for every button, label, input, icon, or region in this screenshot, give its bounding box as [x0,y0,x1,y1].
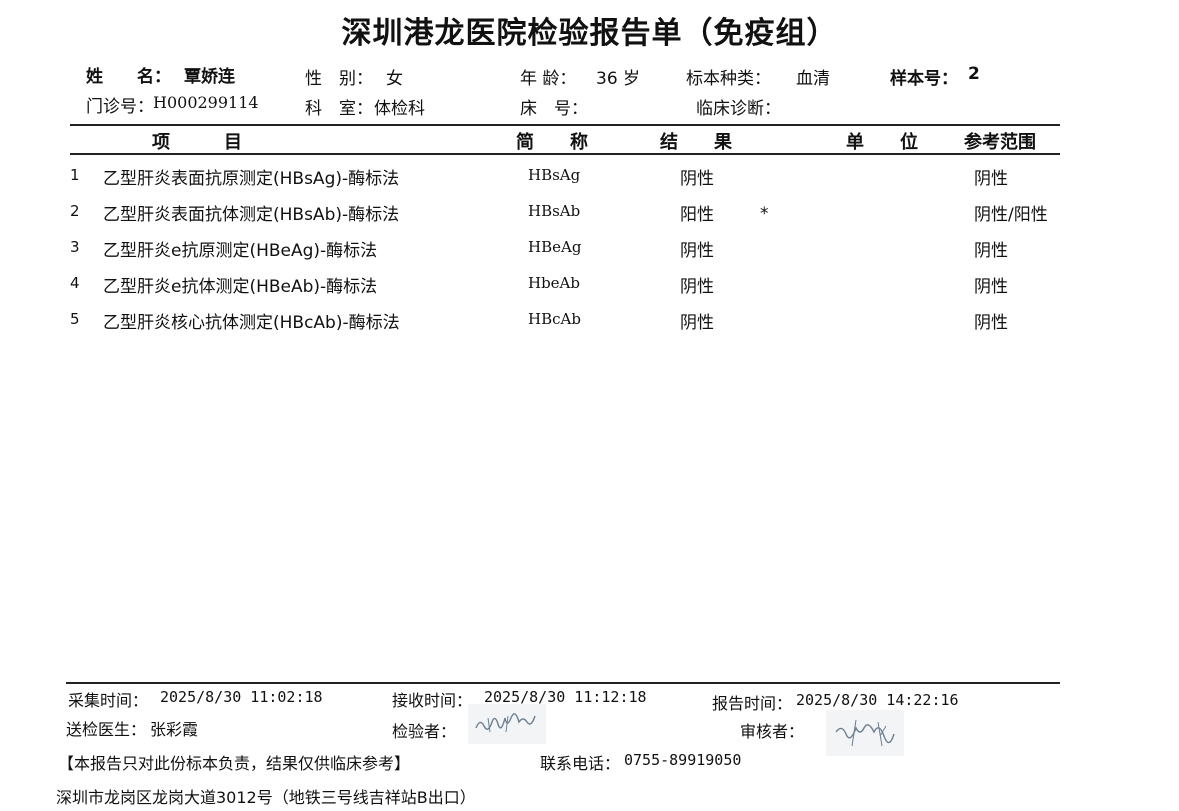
row-flag: * [760,204,769,224]
row-item: 乙型肝炎表面抗体测定(HBsAb)-酶标法 [103,205,400,225]
row-reference: 阴性/阳性 [974,205,1048,225]
table-header-rule [70,153,1060,155]
doctor-name: 张彩霞 [150,720,199,739]
header-reference: 参考范围 [964,132,1036,153]
row-reference: 阴性 [974,241,1008,261]
sample-no: 2 [968,64,980,84]
table-row: 4 乙型肝炎e抗体测定(HBeAb)-酶标法 HbeAb 阴性 阴性 [0,272,1179,308]
footer-rule [66,682,1060,684]
row-result: 阴性 [680,313,714,333]
row-number: 1 [70,166,80,184]
disclaimer: 【本报告只对此份标本负责，结果仅供临床参考】 [58,754,411,773]
row-abbr: HBsAg [528,166,581,184]
header-result: 结 果 [660,132,732,153]
row-result: 阴性 [680,241,714,261]
clinic-no-label: 门诊号： [86,97,154,117]
sample-type-label: 标本种类： [686,69,771,89]
row-reference: 阴性 [974,169,1008,189]
dept: 体检科 [374,99,425,119]
row-reference: 阴性 [974,313,1008,333]
row-abbr: HBeAg [528,238,582,256]
collect-time: 2025/8/30 11:02:18 [160,688,323,706]
table-row: 5 乙型肝炎核心抗体测定(HBcAb)-酶标法 HBcAb 阴性 阴性 [0,308,1179,344]
bed-label: 床 号： [520,99,588,119]
signature-scribble [475,713,536,733]
diagnosis-label: 临床诊断： [696,99,781,119]
reviewer-label: 审核者： [740,722,805,741]
header-item: 项 目 [152,132,242,153]
tester-label: 检验者： [392,722,457,741]
patient-name-label: 姓 名： [86,67,171,87]
hospital-address: 深圳市龙岗区龙岗大道3012号（地铁三号线吉祥站B出口） [56,788,476,807]
table-row: 2 乙型肝炎表面抗体测定(HBsAb)-酶标法 HBsAb 阳性 * 阴性/阳性 [0,200,1179,236]
patient-sex: 女 [386,69,403,89]
row-abbr: HbeAb [528,274,580,292]
row-item: 乙型肝炎核心抗体测定(HBcAb)-酶标法 [103,313,400,333]
row-number: 3 [70,238,80,256]
row-item: 乙型肝炎表面抗原测定(HBsAg)-酶标法 [103,169,400,189]
row-abbr: HBcAb [528,310,581,328]
patient-name: 覃娇连 [184,67,235,87]
row-number: 5 [70,310,80,328]
report-time-label: 报告时间： [712,694,793,713]
header-abbr: 简 称 [516,132,588,153]
row-result: 阴性 [680,277,714,297]
sample-no-label: 样本号： [890,69,958,89]
patient-age-label: 年 龄： [520,69,577,89]
row-item: 乙型肝炎e抗体测定(HBeAb)-酶标法 [103,277,378,297]
reviewer-signature-icon [826,710,904,756]
row-number: 4 [70,274,80,292]
row-item: 乙型肝炎e抗原测定(HBeAg)-酶标法 [103,241,378,261]
patient-age: 36 岁 [596,69,641,89]
table-row: 3 乙型肝炎e抗原测定(HBeAg)-酶标法 HBeAg 阴性 阴性 [0,236,1179,272]
table-top-rule [70,124,1060,126]
dept-label: 科 室： [305,99,373,119]
table-row: 1 乙型肝炎表面抗原测定(HBsAg)-酶标法 HBsAg 阴性 阴性 [0,164,1179,200]
phone-label: 联系电话： [540,754,621,773]
report-title: 深圳港龙医院检验报告单（免疫组） [341,16,838,51]
row-reference: 阴性 [974,277,1008,297]
clinic-no: H000299114 [153,93,259,112]
sample-type: 血清 [796,69,830,89]
row-number: 2 [70,202,80,220]
tester-signature-icon [468,704,546,744]
row-result: 阳性 [680,205,714,225]
row-result: 阴性 [680,169,714,189]
receive-time-label: 接收时间： [392,691,473,710]
signature-scribble [835,719,895,747]
collect-time-label: 采集时间： [68,691,149,710]
doctor-label: 送检医生： [66,720,147,739]
row-abbr: HBsAb [528,202,581,220]
header-unit: 单 位 [846,132,918,153]
report-time: 2025/8/30 14:22:16 [796,691,959,709]
patient-sex-label: 性 别： [305,69,373,89]
phone-number: 0755-89919050 [624,751,742,769]
